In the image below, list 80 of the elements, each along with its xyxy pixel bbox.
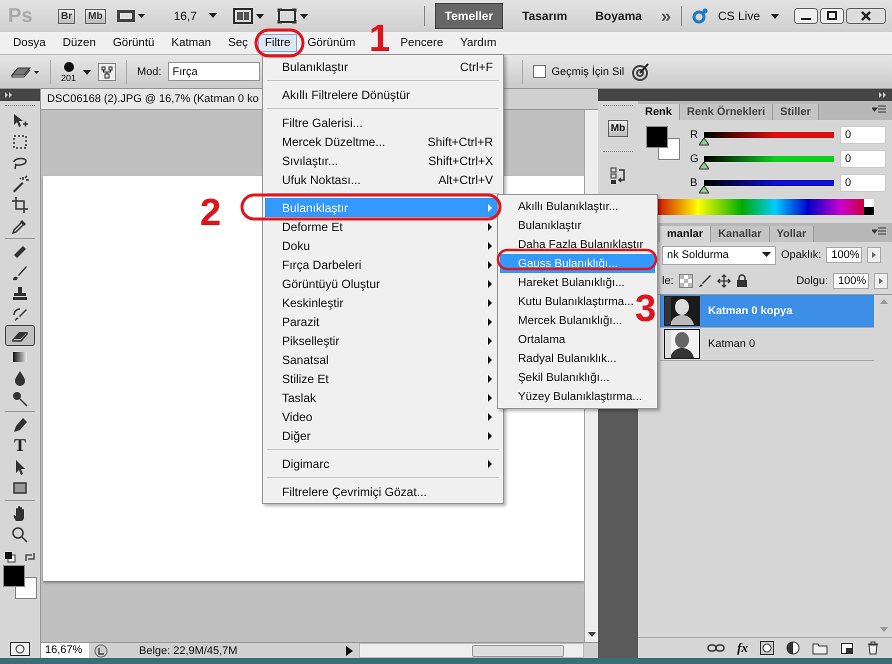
menu-item[interactable]: Pencere — [393, 34, 450, 52]
panel-tab[interactable]: Renk Örnekleri — [680, 104, 774, 120]
menu-item[interactable]: Taslak — [265, 388, 501, 407]
zoom-level[interactable]: 16,7 — [174, 9, 197, 23]
workspace-button[interactable]: Temeller — [434, 3, 504, 29]
menu-item[interactable]: Diğer — [265, 426, 501, 445]
menu-item[interactable]: Sıvılaştır... Shift+Ctrl+X — [265, 151, 501, 170]
menu-item[interactable]: Daha Fazla Bulanıklaştır — [500, 235, 655, 254]
panel-tab[interactable]: Kanallar — [711, 226, 770, 242]
menu-item[interactable]: Deforme Et — [265, 217, 501, 236]
menu-item[interactable]: Keskinleştir — [265, 293, 501, 312]
zoom-field[interactable]: 16,67% — [41, 643, 89, 658]
panel-tab[interactable]: Renk — [638, 104, 680, 120]
panel-tab[interactable]: Stiller — [773, 104, 819, 120]
opacity-field[interactable]: 100% — [826, 247, 862, 263]
channel-label: R — [690, 128, 698, 140]
bridge-button[interactable]: Br — [58, 8, 76, 24]
step-number: 1 — [369, 20, 390, 58]
menu-item[interactable]: Filtrelere Çevrimiçi Gözat... — [265, 482, 501, 501]
menu-item[interactable]: Görünüm — [300, 34, 362, 52]
workspace-button[interactable]: Boyama — [586, 4, 651, 28]
menu-item[interactable]: Yardım — [453, 34, 504, 52]
panel-tab[interactable]: manlar — [660, 226, 712, 242]
menu-item[interactable]: Fırça Darbeleri — [265, 255, 501, 274]
menu-item[interactable]: Hareket Bulanıklığı... — [500, 273, 655, 292]
mode-label: Mod: — [137, 66, 162, 78]
channel-label: G — [690, 152, 698, 164]
menu-item[interactable]: Video — [265, 407, 501, 426]
panel-tab[interactable]: Yollar — [770, 226, 814, 242]
fill-field[interactable]: 100% — [833, 273, 869, 289]
menu-item[interactable]: Mercek Düzeltme... Shift+Ctrl+R — [265, 132, 501, 151]
channel-value-field[interactable]: 0 — [840, 174, 886, 192]
menu-item[interactable]: Radyal Bulanıklık... — [500, 349, 655, 368]
menu-item[interactable]: Filtre Galerisi... — [265, 113, 501, 132]
more-workspaces[interactable]: » — [660, 6, 671, 26]
checkbox-label: Geçmiş İçin Sil — [552, 66, 624, 78]
step-number: 2 — [200, 194, 222, 232]
cs-live-menu[interactable]: CS Live — [718, 9, 760, 23]
menu-item[interactable]: Pikselleştir — [265, 331, 501, 350]
menu-item[interactable]: Katman — [164, 34, 218, 52]
mini-bridge-button[interactable]: Mb — [85, 8, 106, 24]
layer-name: Katman 0 — [708, 338, 756, 350]
menu-item[interactable]: Görüntü — [106, 34, 162, 52]
menu-item[interactable]: Düzen — [56, 34, 103, 52]
brush-size: 201 — [61, 72, 76, 82]
menu-item[interactable]: Dosya — [6, 34, 53, 52]
layer-row[interactable]: Katman 0 — [660, 328, 874, 361]
workspace-button[interactable]: Tasarım — [513, 4, 576, 28]
opacity-label: Opaklık: — [781, 249, 822, 261]
channel-value-field[interactable]: 0 — [840, 126, 886, 144]
fill-label: Dolgu: — [796, 275, 828, 287]
mini-bridge-button[interactable]: Mb — [608, 120, 628, 137]
menu-item[interactable]: Akıllı Bulanıklaştır... — [500, 197, 655, 216]
menu-item[interactable]: Seç — [221, 34, 255, 52]
menu-item[interactable]: Doku — [265, 236, 501, 255]
menu-item[interactable]: Şekil Bulanıklığı... — [500, 368, 655, 387]
menu-item[interactable]: Bulanıklaştır Ctrl+F — [265, 57, 501, 76]
document-info: Belge: 22,9M/45,7M — [138, 644, 238, 656]
menu-item[interactable]: Ufuk Noktası... Alt+Ctrl+V — [265, 170, 501, 189]
step-number: 3 — [635, 290, 656, 328]
menu-item[interactable]: Parazit — [265, 312, 501, 331]
type-tool-button[interactable]: T — [5, 435, 35, 456]
layer-style-button[interactable]: fx — [737, 640, 748, 656]
menu-item[interactable]: Akıllı Filtrelere Dönüştür — [265, 85, 501, 104]
menu-item[interactable]: Digimarc — [265, 454, 501, 473]
layer-name: Katman 0 kopya — [708, 305, 792, 317]
blend-mode-dropdown[interactable]: nk Soldurma — [662, 246, 776, 264]
brush-preset-picker[interactable]: 201 — [61, 60, 76, 82]
menu-item[interactable]: Görüntüyü Oluştur — [265, 274, 501, 293]
lock-label: le: — [662, 275, 674, 287]
menu-item[interactable]: Ortalama — [500, 330, 655, 349]
channel-value-field[interactable]: 0 — [840, 150, 886, 168]
mode-dropdown[interactable]: Fırça — [168, 62, 260, 81]
menu-item[interactable]: Filtre — [258, 34, 298, 52]
menu-item[interactable]: Stilize Et — [265, 369, 501, 388]
channel-label: B — [690, 176, 698, 188]
document-tab[interactable]: DSC06168 (2).JPG @ 16,7% (Katman 0 ko — [41, 89, 265, 109]
menu-item[interactable]: Sanatsal — [265, 350, 501, 369]
menu-item[interactable]: Bulanıklaştır — [500, 216, 655, 235]
menu-item[interactable]: Yüzey Bulanıklaştırma... — [500, 387, 655, 406]
